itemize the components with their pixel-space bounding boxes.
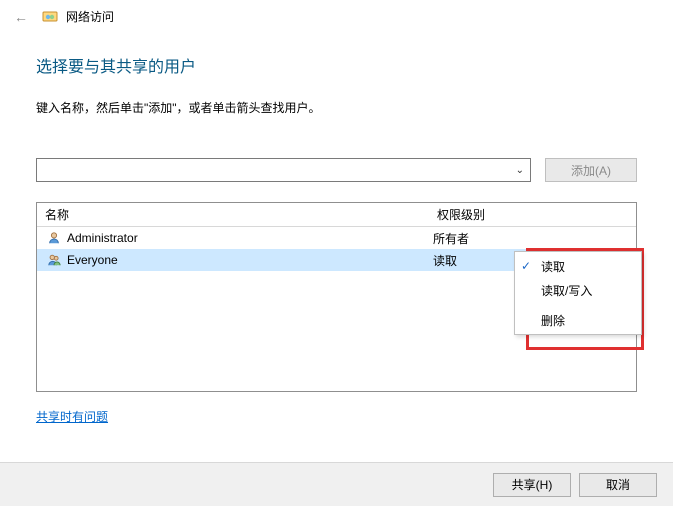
menu-item-label: 读取 [541,258,565,275]
menu-item-delete[interactable]: 删除 [515,308,641,332]
menu-item-label: 读取/写入 [541,282,592,299]
add-button: 添加(A) [545,158,637,182]
row-name: Everyone [67,253,118,267]
share-button[interactable]: 共享(H) [493,473,571,497]
column-name[interactable]: 名称 [37,206,433,223]
users-table: 名称 权限级别 Administrator 所有者 [36,202,637,392]
table-row[interactable]: Administrator 所有者 [37,227,636,249]
cancel-button[interactable]: 取消 [579,473,657,497]
menu-item-read[interactable]: ✓ 读取 [515,254,641,278]
help-link[interactable]: 共享时有问题 [36,408,108,425]
user-icon [47,231,61,245]
user-input-row: ⌄ 添加(A) [36,158,637,182]
check-icon: ✓ [521,259,531,273]
column-permission[interactable]: 权限级别 [433,206,636,223]
table-header: 名称 权限级别 [37,203,636,227]
instruction-text: 键入名称，然后单击"添加"，或者单击箭头查找用户。 [36,99,637,116]
back-arrow-icon[interactable]: ← [8,9,34,25]
group-icon [47,253,61,267]
menu-item-readwrite[interactable]: 读取/写入 [515,278,641,302]
row-permission: 读取 [433,252,457,269]
user-select-input[interactable]: ⌄ [36,158,531,182]
chevron-down-icon: ⌄ [516,165,524,176]
permission-context-menu: ✓ 读取 读取/写入 删除 [514,251,642,335]
footer-bar: 共享(H) 取消 [0,462,673,506]
network-access-icon [42,9,58,25]
content-area: 选择要与其共享的用户 键入名称，然后单击"添加"，或者单击箭头查找用户。 ⌄ 添… [0,33,673,425]
row-name: Administrator [67,231,138,245]
titlebar: ← 网络访问 [0,0,673,33]
row-permission: 所有者 [433,230,469,247]
page-heading: 选择要与其共享的用户 [36,53,637,77]
menu-item-label: 删除 [541,312,565,329]
window-title: 网络访问 [66,8,114,25]
